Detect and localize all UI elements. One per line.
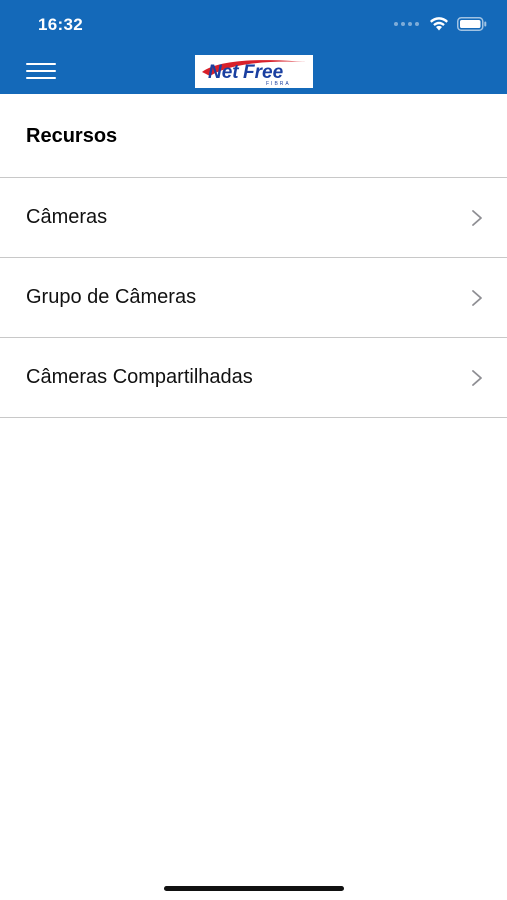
- netfree-logo: Net Free FIBRA: [195, 55, 313, 88]
- hamburger-menu-icon[interactable]: [26, 63, 56, 79]
- battery-icon: [457, 16, 487, 31]
- chevron-right-icon: [472, 290, 482, 306]
- signal-icon: [394, 21, 419, 26]
- svg-text:Net: Net: [208, 62, 239, 83]
- netfree-logo-mark: Net Free FIBRA: [202, 60, 306, 87]
- resources-list: Câmeras Grupo de Câmeras Câmeras Compart…: [0, 178, 507, 418]
- home-indicator[interactable]: [164, 886, 344, 891]
- svg-text:FIBRA: FIBRA: [266, 81, 291, 87]
- list-item-label: Câmeras: [26, 206, 108, 228]
- section-header: Recursos: [0, 94, 507, 178]
- section-title: Recursos: [26, 125, 118, 147]
- list-item-cameras[interactable]: Câmeras: [0, 178, 507, 258]
- list-item-label: Câmeras Compartilhadas: [26, 366, 253, 388]
- status-time: 16:32: [38, 15, 83, 34]
- chevron-right-icon: [472, 210, 482, 226]
- wifi-icon: [430, 17, 448, 31]
- list-item-shared-cameras[interactable]: Câmeras Compartilhadas: [0, 338, 507, 418]
- chevron-right-icon: [472, 370, 482, 386]
- status-indicators: [394, 16, 487, 31]
- navigation-bar: 16:32 Net Free FIBRA: [0, 0, 507, 94]
- list-item-camera-groups[interactable]: Grupo de Câmeras: [0, 258, 507, 338]
- list-item-label: Grupo de Câmeras: [26, 286, 197, 308]
- svg-text:Free: Free: [243, 62, 284, 83]
